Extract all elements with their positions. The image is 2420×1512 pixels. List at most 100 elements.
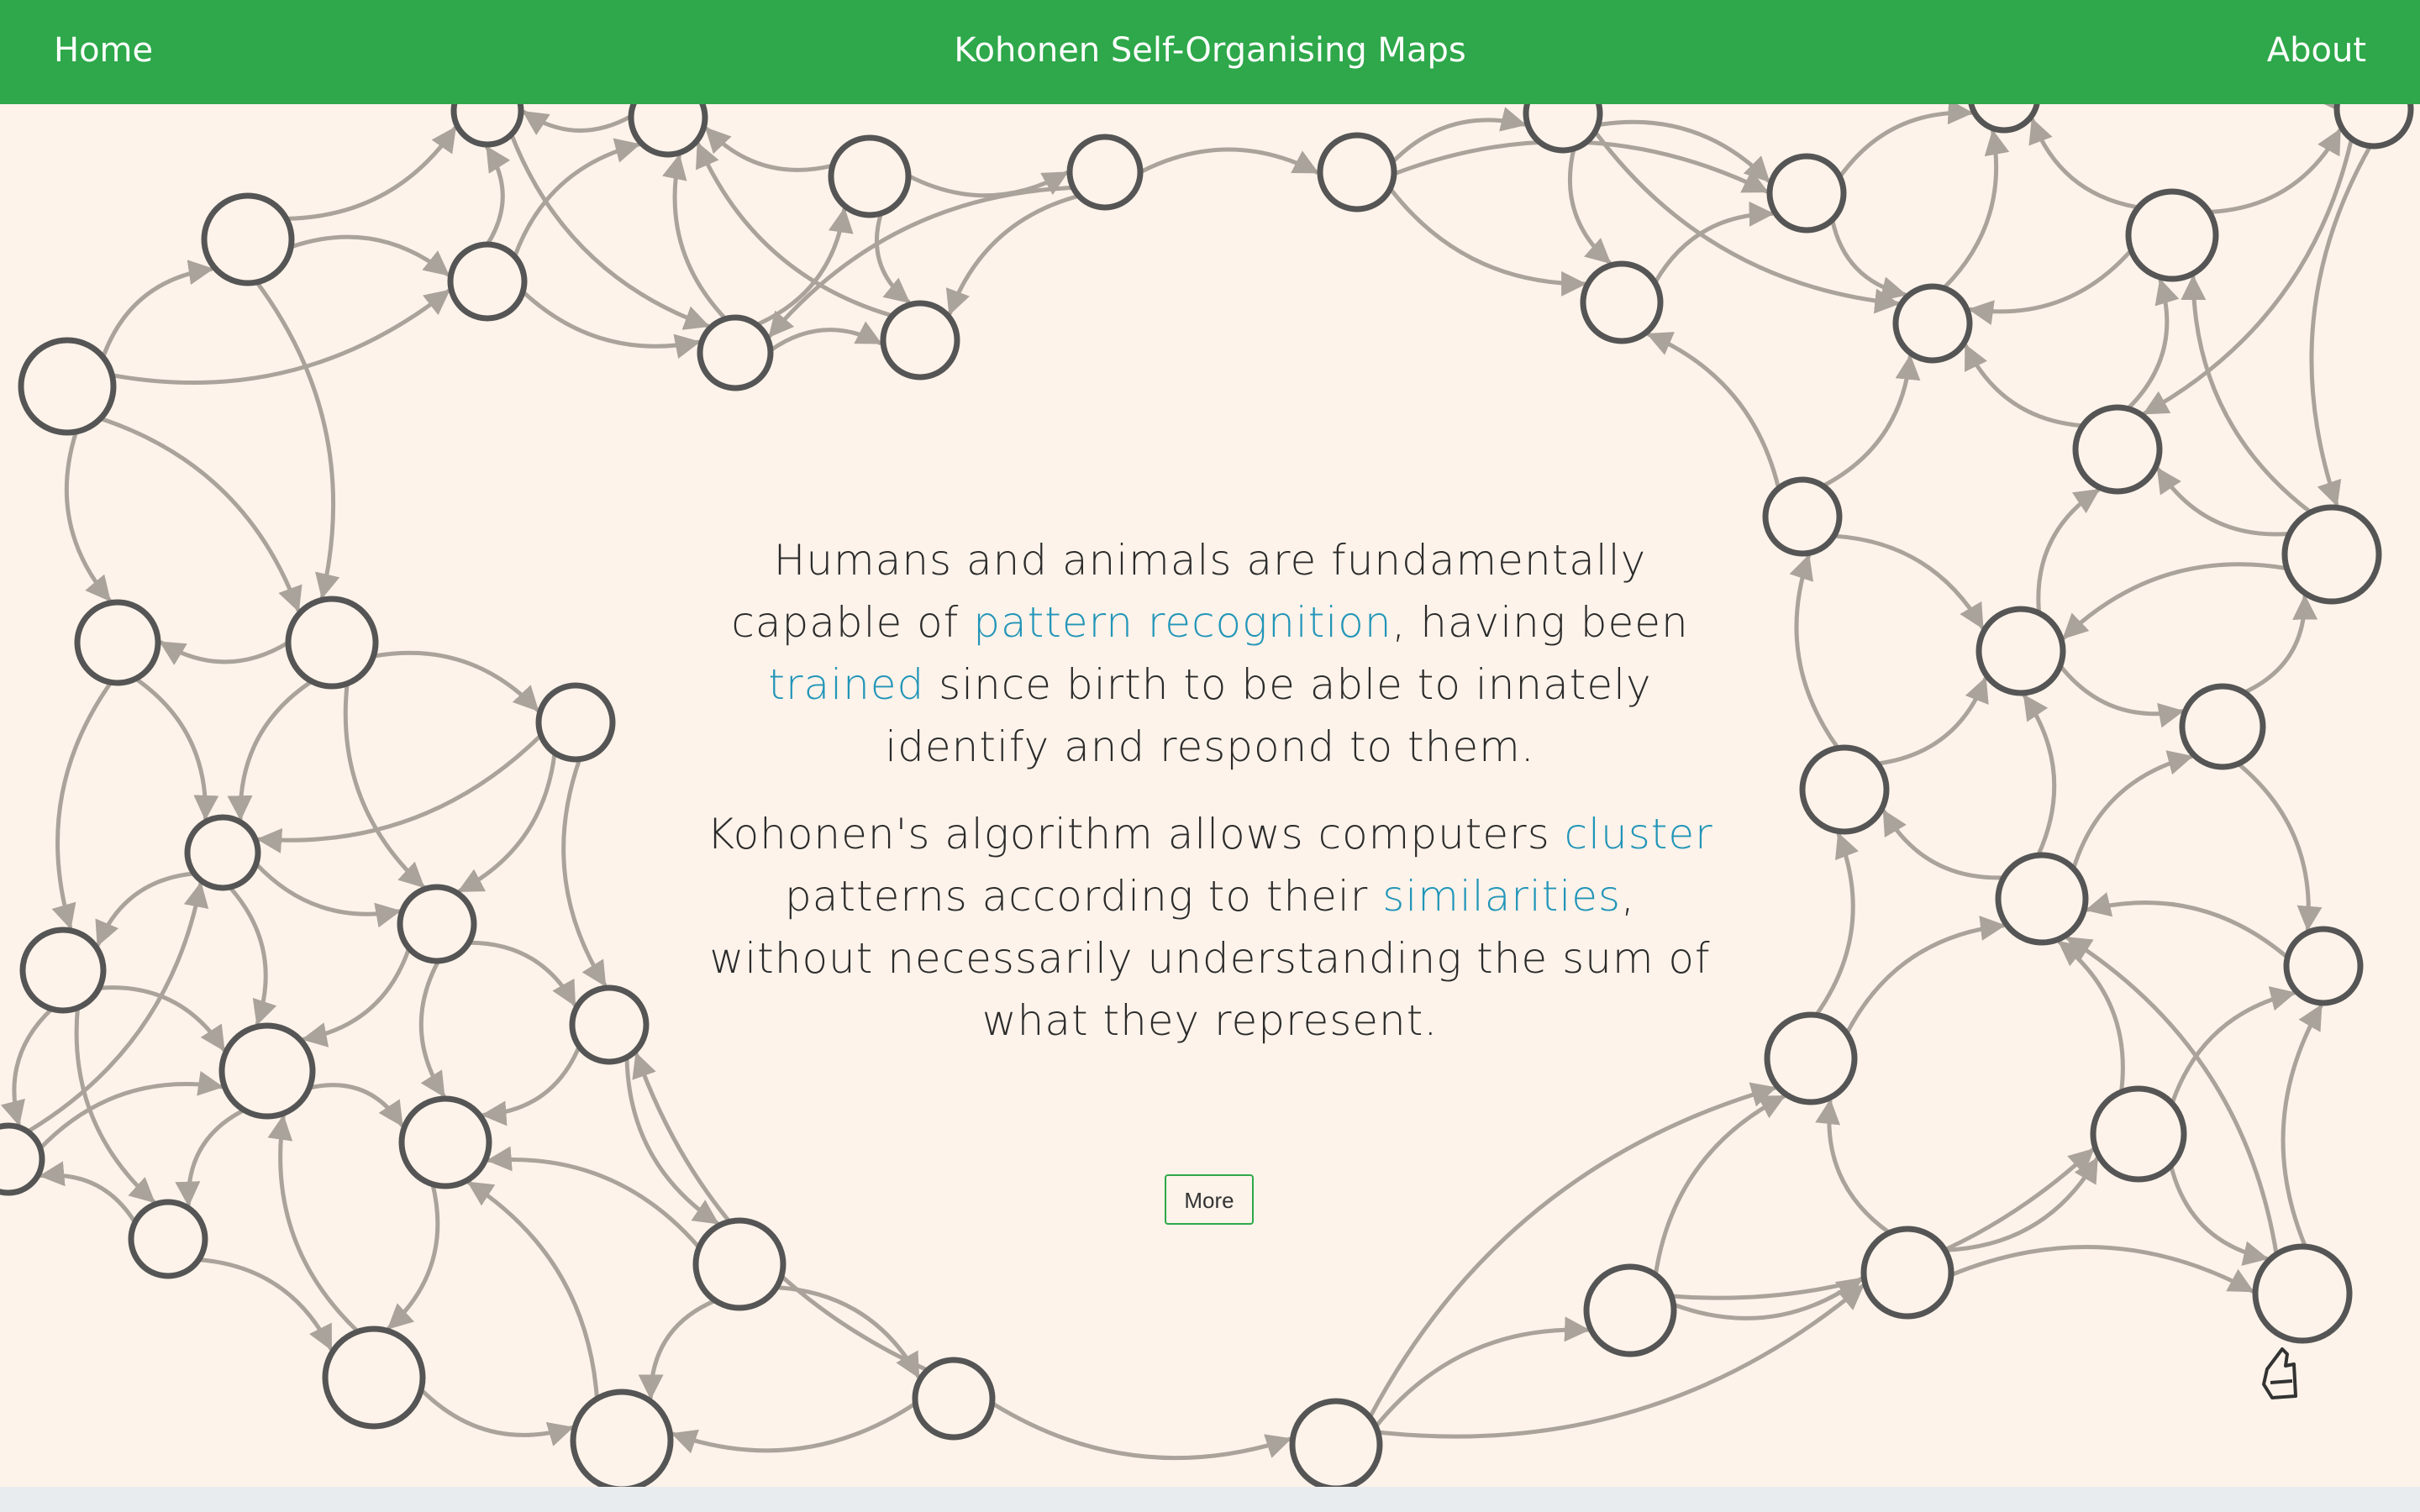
network-node xyxy=(201,192,295,286)
network-node xyxy=(628,104,708,158)
network-node xyxy=(1317,132,1397,213)
network-node xyxy=(1968,104,2040,134)
network-node xyxy=(450,104,524,148)
network-edge xyxy=(387,1182,440,1331)
network-node xyxy=(2072,404,2163,495)
network-edge xyxy=(38,1070,224,1151)
hand-cursor-icon xyxy=(2262,1347,2297,1399)
network-node xyxy=(74,599,161,686)
about-link[interactable]: About xyxy=(2267,0,2366,104)
network-node xyxy=(2090,1085,2187,1183)
intro-p2-text-1: Kohonen's algorithm allows computers xyxy=(707,810,1565,858)
network-node xyxy=(1580,260,1664,344)
network-edge xyxy=(704,126,835,172)
network-edge xyxy=(2236,761,2323,932)
network-node xyxy=(697,314,774,391)
network-edge xyxy=(284,126,457,221)
network-edge xyxy=(307,1083,404,1127)
network-node xyxy=(0,1122,45,1196)
network-edge xyxy=(2057,940,2125,1095)
network-node xyxy=(447,241,528,322)
network-node xyxy=(2252,1243,2353,1344)
network-node xyxy=(880,300,960,381)
similarities-highlight: similarities xyxy=(1382,872,1622,921)
network-edge xyxy=(109,289,450,385)
network-edge xyxy=(2155,467,2292,537)
network-edge xyxy=(301,946,412,1047)
network-edge xyxy=(1596,119,1770,183)
network-edge xyxy=(2023,694,2057,858)
network-edge xyxy=(874,211,911,304)
network-edge xyxy=(51,680,113,930)
network-edge xyxy=(2181,275,2313,515)
network-edge xyxy=(1968,248,2133,326)
network-edge xyxy=(1373,1316,1591,1429)
network-node xyxy=(1892,283,1973,364)
network-edge xyxy=(1838,104,1974,180)
network-edge xyxy=(520,289,701,360)
network-edge xyxy=(39,1161,138,1225)
network-edge xyxy=(1567,146,1612,265)
home-link[interactable]: Home xyxy=(54,0,153,104)
network-edge xyxy=(159,640,291,665)
network-node xyxy=(128,1199,208,1279)
network-edge xyxy=(288,234,450,277)
network-edge xyxy=(1949,1244,2254,1294)
network-node xyxy=(1523,104,1603,154)
network-node xyxy=(322,1326,426,1430)
network-edge xyxy=(98,416,302,612)
network-node xyxy=(1799,744,1890,835)
network-edge xyxy=(561,757,608,987)
network-edge xyxy=(418,958,446,1098)
network-edge xyxy=(1646,332,1781,491)
intro-p2-text-2: patterns according to their xyxy=(785,872,1383,921)
network-node xyxy=(19,927,107,1014)
network-edge xyxy=(1367,1082,1777,1420)
network-edge xyxy=(1789,554,1840,751)
network-edge xyxy=(990,1401,1292,1461)
network-edge xyxy=(466,940,577,1007)
network-node xyxy=(2179,683,2266,770)
network-edge xyxy=(2323,104,2339,111)
network-node xyxy=(2281,504,2382,605)
network-edge xyxy=(1844,916,2006,1036)
network-edge xyxy=(95,871,197,947)
network-edge xyxy=(671,1401,918,1454)
network-edge xyxy=(481,1044,581,1126)
network-node xyxy=(184,814,261,891)
network-edge xyxy=(1831,533,1985,630)
network-edge xyxy=(1941,129,2010,291)
network-edge xyxy=(768,321,882,353)
network-node xyxy=(828,134,912,218)
intro-text-block: Humans and animals are fundamentally cap… xyxy=(706,529,1714,1077)
page-title: Kohonen Self-Organising Maps xyxy=(954,31,1466,70)
network-node xyxy=(2333,104,2414,150)
network-edge xyxy=(2058,664,2185,728)
network-edge xyxy=(1821,354,1921,489)
network-node xyxy=(1764,1011,1858,1105)
network-edge xyxy=(466,1180,599,1401)
network-node xyxy=(912,1357,996,1441)
network-edge xyxy=(2036,488,2101,616)
network-node xyxy=(2283,926,2364,1006)
network-edge xyxy=(1881,809,2006,880)
network-edge xyxy=(2062,562,2290,640)
network-edge xyxy=(2125,278,2180,412)
pattern-recognition-highlight: pattern recognition xyxy=(973,598,1392,647)
network-node xyxy=(18,337,117,436)
network-edge xyxy=(2071,750,2194,871)
network-edge xyxy=(774,1285,921,1379)
network-edge xyxy=(227,679,314,822)
network-edge xyxy=(638,1298,718,1400)
network-edge xyxy=(2207,128,2342,214)
more-button[interactable]: More xyxy=(1165,1174,1254,1225)
network-edge xyxy=(522,110,634,136)
network-edge xyxy=(2309,144,2373,507)
network-edge xyxy=(1875,676,1989,766)
network-edge xyxy=(0,1006,55,1126)
network-edge xyxy=(1964,344,2086,428)
network-edge xyxy=(133,676,219,821)
network-edge xyxy=(2085,892,2290,960)
network-node xyxy=(569,984,650,1065)
network-edge xyxy=(371,650,539,712)
